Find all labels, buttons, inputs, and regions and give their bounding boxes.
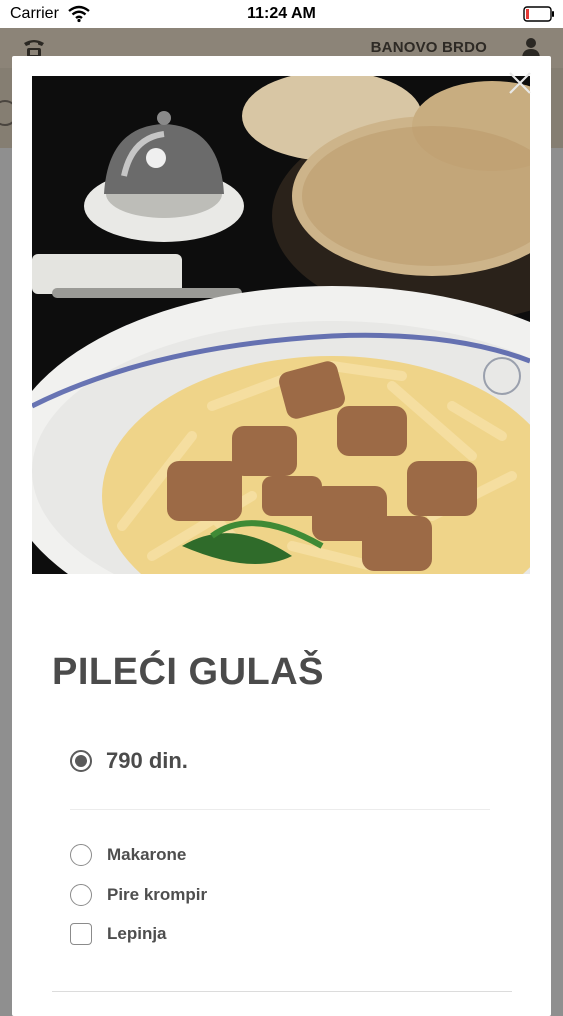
divider [52,991,512,992]
price-label: 790 din. [106,748,188,773]
side-option-label: Pire krompir [107,885,208,904]
divider [70,809,490,810]
extra-option-label: Lepinja [107,924,167,943]
dish-photo [32,76,530,574]
extra-option-lepinja[interactable]: Lepinja [70,921,167,947]
location-label[interactable]: BANOVO BRDO [371,39,487,56]
dish-title: PILEĆI GULAŠ [52,651,325,693]
side-option-radio[interactable] [70,844,92,866]
price-option[interactable]: 790 din. [70,746,188,776]
extra-option-checkbox[interactable] [70,923,92,945]
status-bar: Carrier 11:24 AM [0,0,563,28]
side-option-label: Makarone [107,845,187,864]
price-radio[interactable] [70,750,92,772]
dish-modal: PILEĆI GULAŠ 790 din. Makarone Pire krom… [12,56,551,1016]
battery-icon [523,6,554,22]
close-icon[interactable] [507,70,533,96]
side-option-pire-krompir[interactable]: Pire krompir [70,882,207,908]
side-option-radio[interactable] [70,884,92,906]
clock: 11:24 AM [247,5,316,22]
side-option-makarone[interactable]: Makarone [70,842,186,868]
